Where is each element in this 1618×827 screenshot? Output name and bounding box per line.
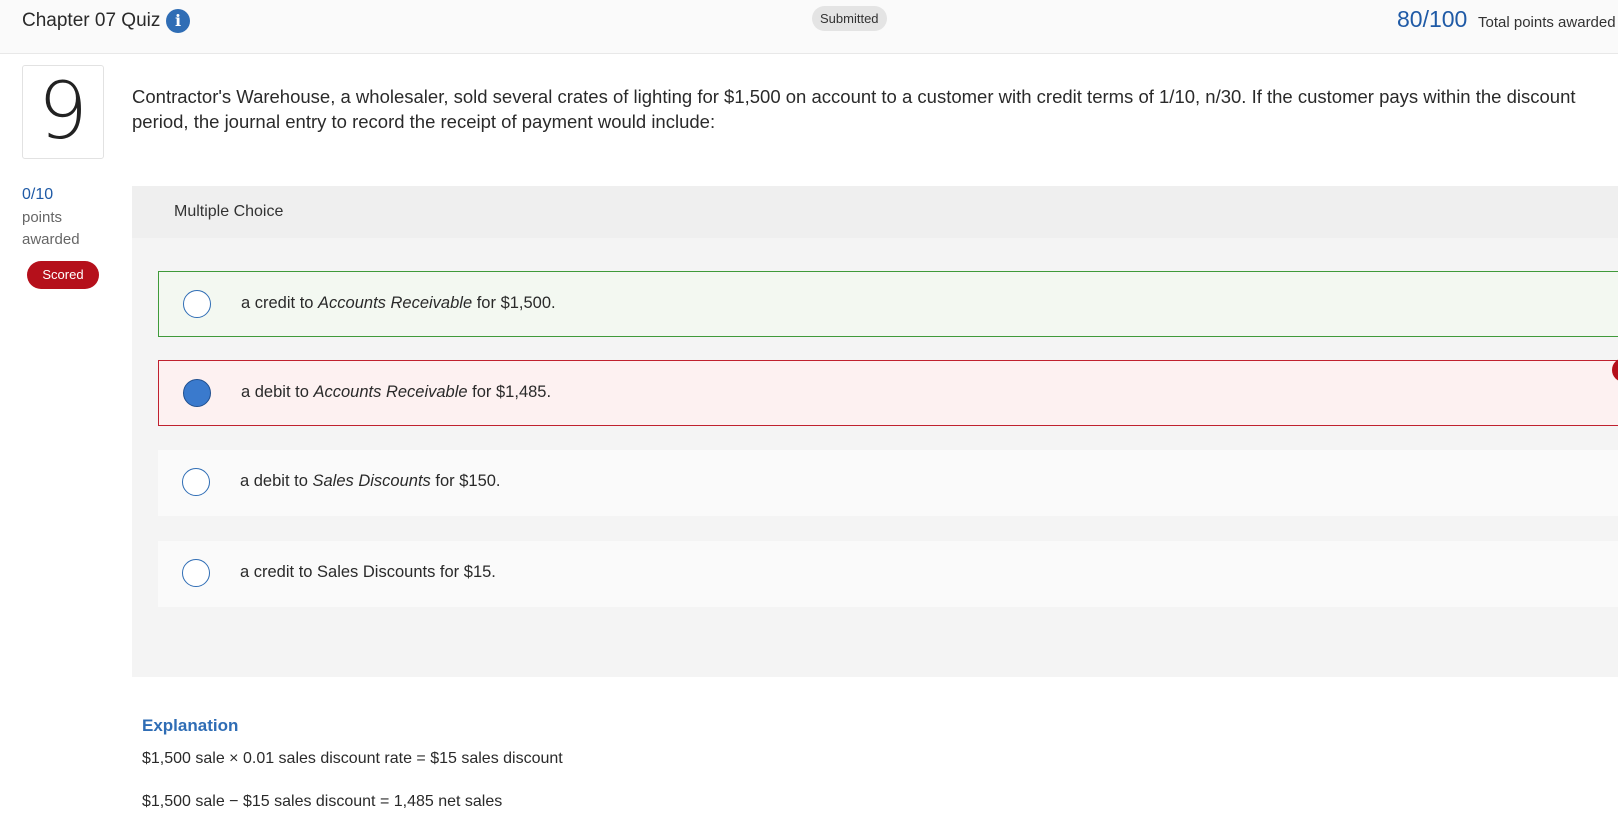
answer-panel-header: Multiple Choice bbox=[132, 186, 1618, 238]
choice-option-b[interactable]: a debit to Accounts Receivable for $1,48… bbox=[158, 360, 1618, 426]
explanation-title: Explanation bbox=[142, 716, 239, 735]
choice-option-c[interactable]: a debit to Sales Discounts for $150. bbox=[158, 450, 1618, 516]
radio-button-selected[interactable] bbox=[183, 379, 211, 407]
submitted-status-badge: Submitted bbox=[812, 6, 887, 31]
quiz-header: Chapter 07 Quiz i Submitted 80/100 Total… bbox=[0, 0, 1618, 54]
quiz-title: Chapter 07 Quiz bbox=[22, 10, 161, 31]
choice-label: a debit to Sales Discounts for $150. bbox=[240, 472, 501, 490]
question-number: 9 bbox=[22, 65, 104, 159]
explanation-line: $1,500 sale × 0.01 sales discount rate =… bbox=[142, 750, 563, 767]
radio-button[interactable] bbox=[182, 559, 210, 587]
choice-option-d[interactable]: a credit to Sales Discounts for $15. bbox=[158, 541, 1618, 607]
total-score-label: Total points awarded bbox=[1478, 14, 1616, 31]
radio-button[interactable] bbox=[183, 290, 211, 318]
points-label: points bbox=[22, 209, 63, 226]
answer-panel: Multiple Choice a credit to Accounts Rec… bbox=[132, 186, 1618, 677]
radio-button[interactable] bbox=[182, 468, 210, 496]
info-icon[interactable]: i bbox=[166, 9, 190, 33]
question-prompt: Contractor's Warehouse, a wholesaler, so… bbox=[132, 86, 1576, 132]
total-score: 80/100 bbox=[1397, 6, 1468, 32]
choice-label: a debit to Accounts Receivable for $1,48… bbox=[241, 383, 552, 401]
choice-label: a credit to Accounts Receivable for $1,5… bbox=[241, 294, 556, 312]
scored-badge: Scored bbox=[27, 261, 99, 289]
question-score: 0/10 bbox=[22, 186, 54, 203]
choice-option-a[interactable]: a credit to Accounts Receivable for $1,5… bbox=[158, 271, 1618, 337]
choice-label: a credit to Sales Discounts for $15. bbox=[240, 563, 496, 581]
awarded-label: awarded bbox=[22, 231, 80, 248]
question-type-label: Multiple Choice bbox=[174, 203, 284, 220]
explanation-line: $1,500 sale − $15 sales discount = 1,485… bbox=[142, 793, 503, 810]
